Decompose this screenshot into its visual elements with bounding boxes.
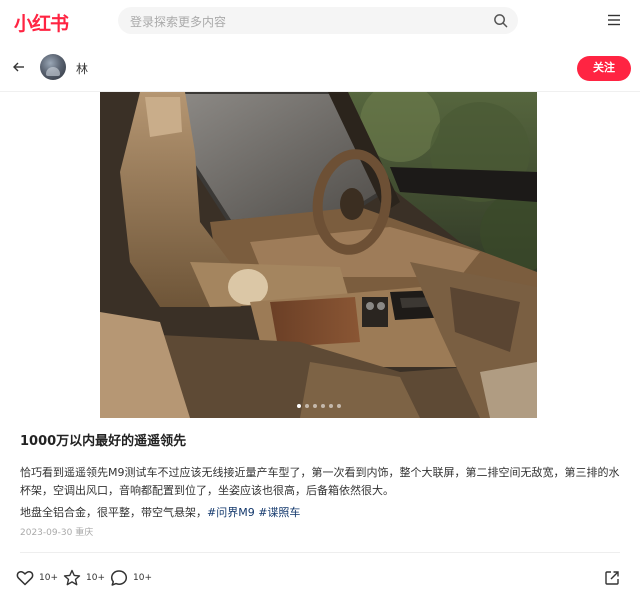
gallery-dot[interactable] xyxy=(304,404,309,408)
heart-icon xyxy=(16,571,34,586)
note-location: 重庆 xyxy=(75,528,94,538)
hashtag[interactable]: #谍照车 xyxy=(258,506,300,519)
comment-icon xyxy=(110,570,128,586)
note-body: 恰巧看到遥遥领先M9测试车不过应该无线接近量产车型了，第一次看到内饰，整个大联屏… xyxy=(20,466,620,497)
note-date: 2023-09-30 xyxy=(20,528,73,538)
search-box[interactable]: 登录探索更多内容 xyxy=(118,7,518,34)
back-arrow-icon[interactable] xyxy=(12,60,26,74)
divider xyxy=(20,552,620,553)
avatar[interactable] xyxy=(40,54,66,80)
search-input[interactable]: 登录探索更多内容 xyxy=(130,13,226,30)
app-logo[interactable]: 小红书 xyxy=(14,9,69,36)
gallery-dot[interactable] xyxy=(328,404,333,408)
top-bar: 小红书 登录探索更多内容 xyxy=(0,0,640,42)
action-bar: 10+ 10+ 10+ xyxy=(0,560,640,595)
author-row: 林 关注 xyxy=(0,42,640,92)
note-meta: 2023-09-30 重庆 xyxy=(20,525,93,538)
note-body-line2: 地盘全铝合金，很平整，带空气悬架，#问界M9 #谍照车 xyxy=(20,504,300,520)
gallery-indicator xyxy=(100,404,537,408)
comment-count: 10+ xyxy=(133,573,152,583)
gallery-dot[interactable] xyxy=(296,404,301,408)
search-icon[interactable] xyxy=(493,13,508,28)
author-name[interactable]: 林 xyxy=(76,60,88,77)
collect-count: 10+ xyxy=(86,573,105,583)
gallery-dot[interactable] xyxy=(320,404,325,408)
menu-icon[interactable] xyxy=(607,14,621,26)
follow-button[interactable]: 关注 xyxy=(577,56,631,81)
like-count: 10+ xyxy=(39,573,58,583)
note-title: 1000万以内最好的遥遥领先 xyxy=(20,434,187,449)
note-body-text: 地盘全铝合金，很平整，带空气悬架， xyxy=(20,506,207,519)
hashtag[interactable]: #问界M9 xyxy=(207,506,255,519)
gallery-dot[interactable] xyxy=(312,404,317,408)
share-icon[interactable] xyxy=(604,570,620,586)
note-image[interactable] xyxy=(100,92,537,418)
car-interior-illustration xyxy=(100,92,537,418)
star-icon xyxy=(63,569,81,586)
gallery-dot[interactable] xyxy=(336,404,341,408)
